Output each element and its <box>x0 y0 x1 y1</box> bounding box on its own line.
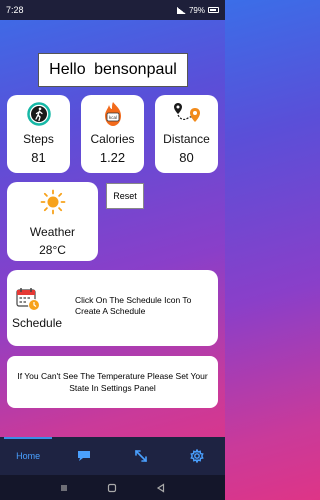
calories-label: Calories <box>90 132 135 146</box>
status-icons: 79% <box>176 5 219 15</box>
reset-button[interactable]: Reset <box>106 183 144 209</box>
schedule-message: Click On The Schedule Icon To Create A S… <box>75 295 192 316</box>
signal-icon <box>176 6 186 14</box>
nav-settings[interactable] <box>169 437 225 475</box>
home-system-icon[interactable] <box>107 483 117 493</box>
distance-label: Distance <box>163 132 210 146</box>
schedule-card[interactable]: Schedule Click On The Schedule Icon To C… <box>7 270 218 346</box>
battery-icon <box>208 7 219 13</box>
bottom-nav: Home <box>0 437 225 475</box>
back-icon[interactable] <box>156 482 166 493</box>
weather-label: Weather <box>29 225 76 239</box>
sun-icon <box>40 189 66 220</box>
distance-card[interactable]: Distance 80 <box>155 95 218 173</box>
greeting-box: Hello bensonpaul <box>38 53 188 87</box>
chat-icon <box>78 451 91 461</box>
status-time: 7:28 <box>6 5 24 15</box>
gear-icon <box>190 449 204 463</box>
schedule-label: Schedule <box>12 316 63 330</box>
distance-value: 80 <box>179 150 194 165</box>
nav-expand[interactable] <box>113 437 169 475</box>
status-bar: 7:28 79% <box>0 0 225 20</box>
nav-chat[interactable] <box>56 437 112 475</box>
calories-card[interactable]: kcal Calories 1.22 <box>81 95 144 173</box>
system-nav-bar <box>0 475 225 500</box>
weather-card[interactable]: Weather 28°C <box>7 182 98 261</box>
weather-value: 28°C <box>39 243 66 257</box>
route-pin-icon <box>172 101 202 127</box>
battery-percent: 79% <box>188 5 205 15</box>
calories-value: 1.22 <box>99 150 126 165</box>
calendar-clock-icon[interactable] <box>15 286 41 317</box>
steps-label: Steps <box>23 132 54 146</box>
temperature-notice: If You Can't See The Temperature Please … <box>7 356 218 408</box>
recents-icon[interactable] <box>59 483 69 493</box>
steps-card[interactable]: Steps 81 <box>7 95 70 173</box>
expand-icon <box>134 450 147 462</box>
walking-icon <box>26 101 51 127</box>
nav-home[interactable]: Home <box>0 437 56 475</box>
svg-text:kcal: kcal <box>108 115 116 120</box>
nav-home-label: Home <box>16 451 41 461</box>
kcal-icon: kcal <box>99 101 127 127</box>
steps-value: 81 <box>31 150 46 165</box>
